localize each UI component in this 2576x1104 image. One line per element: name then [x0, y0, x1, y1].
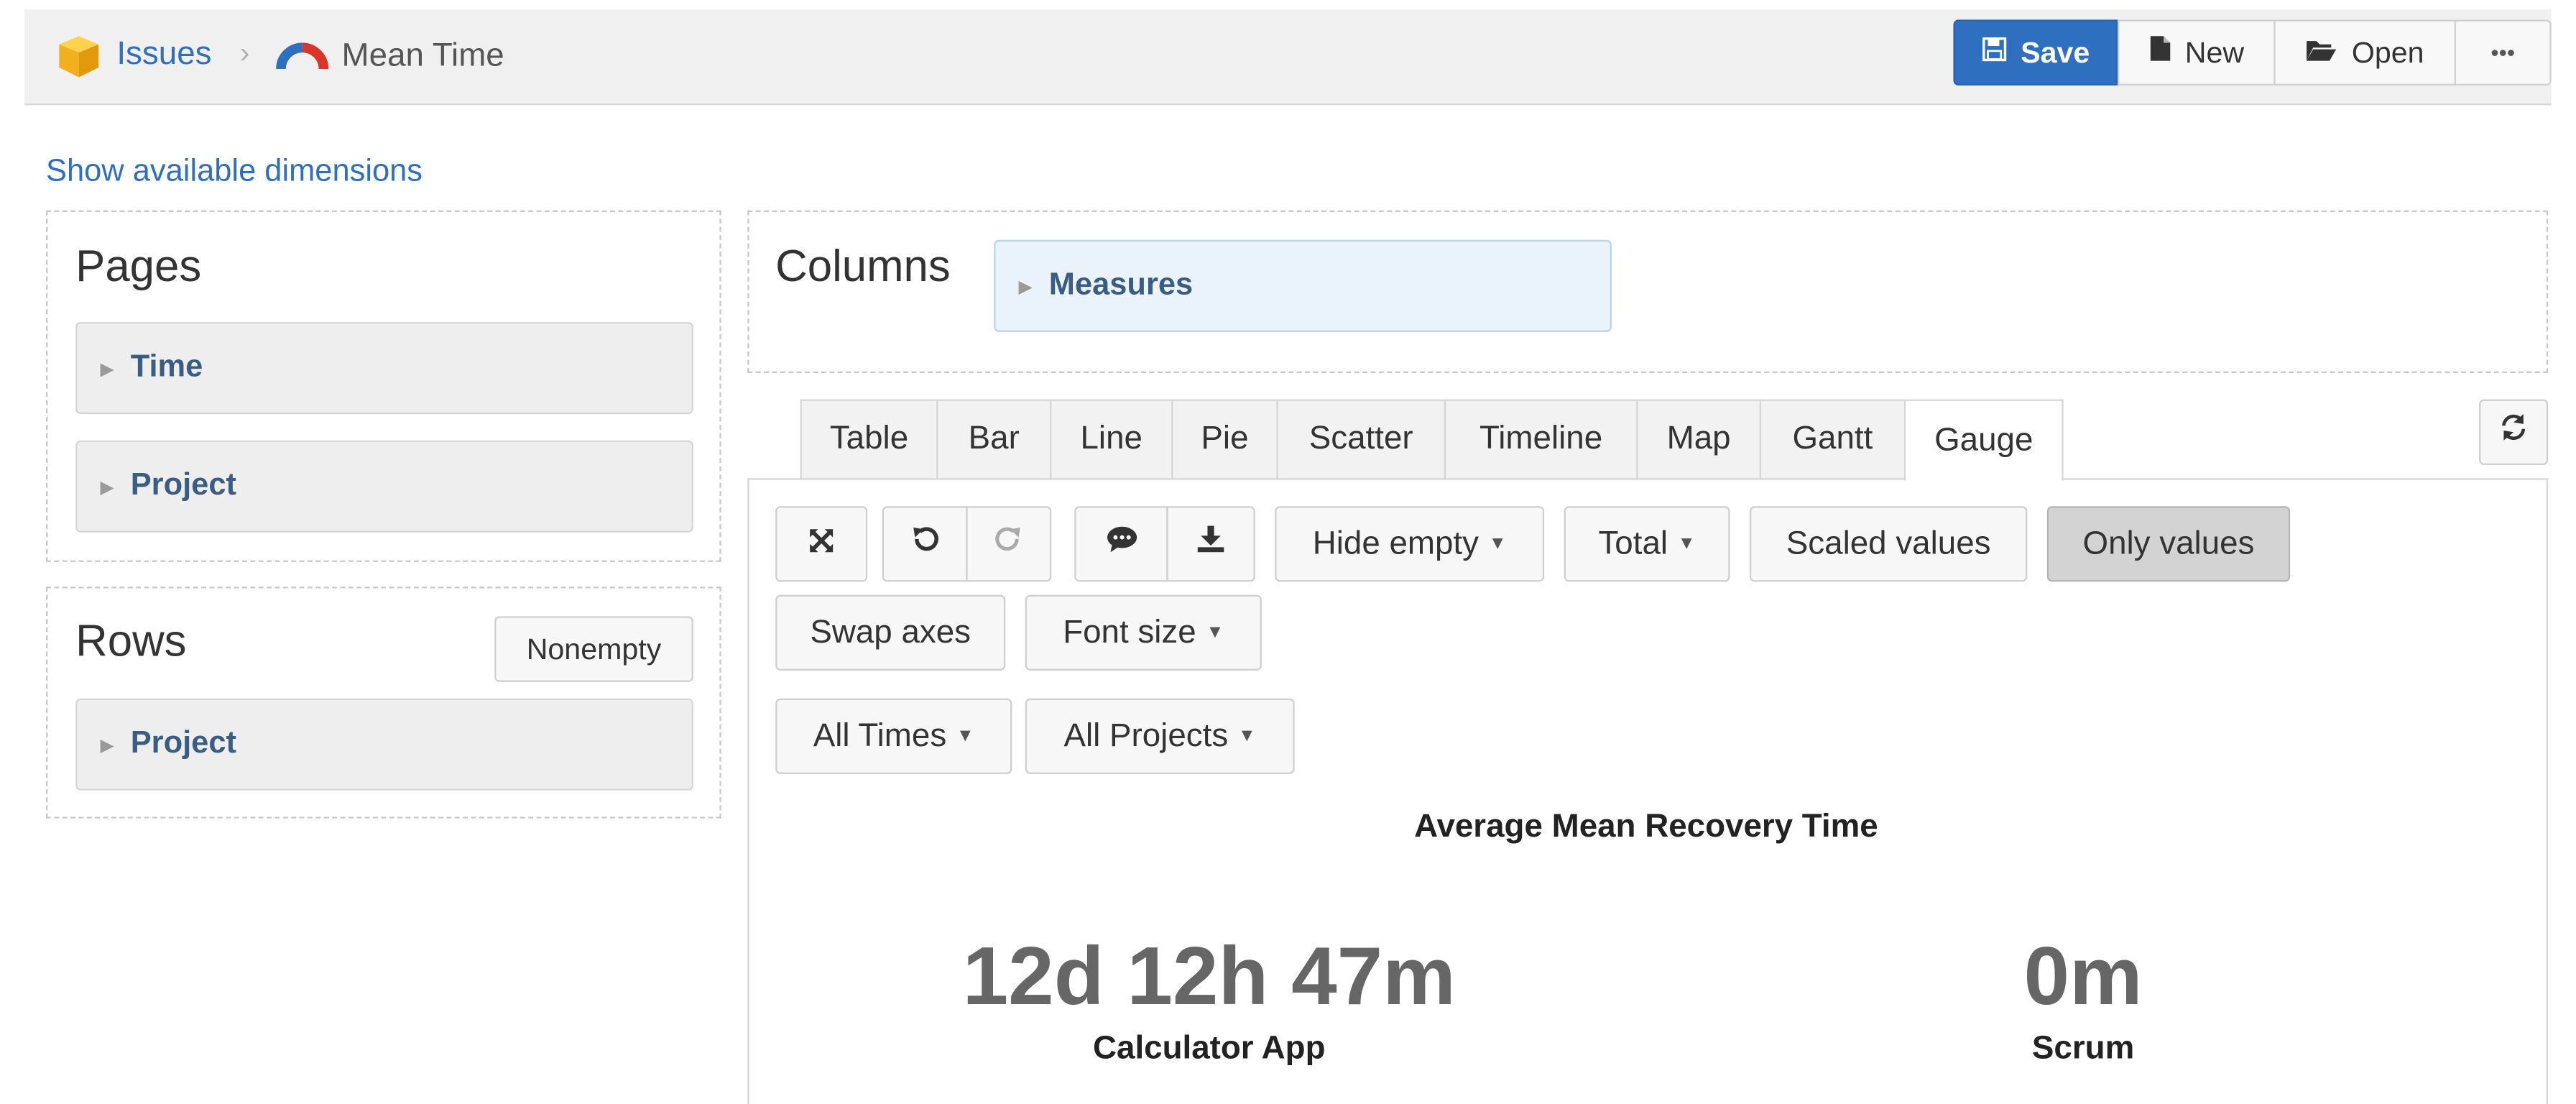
tab-line[interactable]: Line: [1049, 399, 1173, 480]
gauge-chart-title: Average Mean Recovery Time: [1414, 808, 1878, 845]
new-button[interactable]: New: [2118, 19, 2276, 86]
all-projects-dropdown[interactable]: All Projects ▼: [1025, 698, 1295, 774]
tab-bar[interactable]: Bar: [936, 399, 1052, 480]
expand-caret-icon: ▶: [1018, 277, 1033, 297]
folder-open-icon: [2306, 35, 2339, 70]
all-times-dropdown[interactable]: All Times ▼: [775, 698, 1012, 774]
gauge-label-calculator-app: Calculator App: [1092, 1030, 1326, 1067]
fullscreen-button[interactable]: [775, 506, 868, 582]
breadcrumb-current: Mean Time: [341, 37, 504, 74]
new-label: New: [2184, 35, 2245, 68]
tab-gantt[interactable]: Gantt: [1759, 399, 1906, 480]
breadcrumb-separator: ›: [239, 36, 250, 70]
rows-title: Rows: [75, 616, 187, 666]
expand-caret-icon: ▶: [100, 735, 114, 755]
dimension-label: Time: [130, 349, 203, 385]
gauge-value-calculator-app: 12d 12h 47m: [962, 930, 1456, 1023]
hide-empty-label: Hide empty: [1312, 525, 1479, 561]
undo-icon: [910, 524, 940, 564]
dimension-label: Measures: [1048, 267, 1194, 303]
tab-timeline[interactable]: Timeline: [1444, 399, 1638, 480]
caret-down-icon: ▼: [1237, 726, 1256, 747]
gauge-arc-icon: [276, 36, 329, 75]
fullscreen-icon: [807, 525, 836, 563]
redo-button[interactable]: [966, 506, 1052, 582]
tab-map[interactable]: Map: [1636, 399, 1761, 480]
breadcrumb-issues-link[interactable]: Issues: [116, 36, 211, 74]
only-values-button[interactable]: Only values: [2046, 506, 2291, 582]
caret-down-icon: ▼: [1677, 534, 1696, 554]
save-icon: [1981, 35, 2008, 70]
more-options-button[interactable]: •••: [2454, 19, 2552, 86]
show-available-dimensions-link[interactable]: Show available dimensions: [46, 155, 423, 190]
all-times-label: All Times: [813, 717, 947, 754]
tab-pie[interactable]: Pie: [1171, 399, 1278, 480]
caret-down-icon: ▼: [1206, 622, 1224, 643]
dimension-chip-project[interactable]: ▶ Project: [75, 440, 693, 533]
total-label: Total: [1598, 525, 1668, 561]
tab-scatter[interactable]: Scatter: [1276, 399, 1446, 480]
refresh-icon: [2499, 413, 2529, 452]
expand-caret-icon: ▶: [100, 359, 114, 380]
expand-caret-icon: ▶: [100, 477, 114, 497]
font-size-dropdown[interactable]: Font size ▼: [1025, 594, 1262, 671]
nonempty-button[interactable]: Nonempty: [494, 616, 693, 682]
save-label: Save: [2021, 35, 2090, 68]
issues-box-icon: [52, 29, 105, 82]
tab-table[interactable]: Table: [800, 399, 938, 480]
hide-empty-dropdown[interactable]: Hide empty ▼: [1275, 506, 1545, 582]
refresh-button[interactable]: [2479, 399, 2549, 466]
dimension-label: Project: [130, 726, 236, 761]
swap-axes-button[interactable]: Swap axes: [775, 594, 1006, 671]
total-dropdown[interactable]: Total ▼: [1564, 506, 1730, 582]
pages-title: Pages: [75, 242, 202, 291]
font-size-label: Font size: [1063, 613, 1196, 650]
download-button[interactable]: [1166, 506, 1255, 582]
all-projects-label: All Projects: [1063, 717, 1229, 754]
gauge-value-scrum: 0m: [2023, 930, 2143, 1023]
dimension-chip-project-rows[interactable]: ▶ Project: [75, 698, 693, 791]
open-label: Open: [2351, 35, 2424, 68]
redo-icon: [994, 524, 1023, 564]
scaled-values-button[interactable]: Scaled values: [1749, 506, 2028, 582]
dimension-label: Project: [130, 468, 236, 503]
dimension-chip-measures[interactable]: ▶ Measures: [994, 239, 1612, 332]
tab-gauge[interactable]: Gauge: [1903, 399, 2064, 482]
download-icon: [1196, 524, 1225, 564]
columns-title: Columns: [775, 242, 951, 291]
open-button[interactable]: Open: [2273, 19, 2457, 86]
caret-down-icon: ▼: [956, 726, 974, 747]
more-dots-icon: •••: [2490, 39, 2516, 66]
undo-button[interactable]: [882, 506, 968, 582]
dimension-chip-time[interactable]: ▶ Time: [75, 322, 693, 415]
new-file-icon: [2149, 34, 2172, 70]
save-button[interactable]: Save: [1953, 19, 2118, 86]
gauge-label-scrum: Scrum: [2031, 1030, 2135, 1067]
comment-button[interactable]: [1074, 506, 1168, 582]
comment-icon: [1105, 524, 1138, 564]
caret-down-icon: ▼: [1488, 534, 1507, 554]
